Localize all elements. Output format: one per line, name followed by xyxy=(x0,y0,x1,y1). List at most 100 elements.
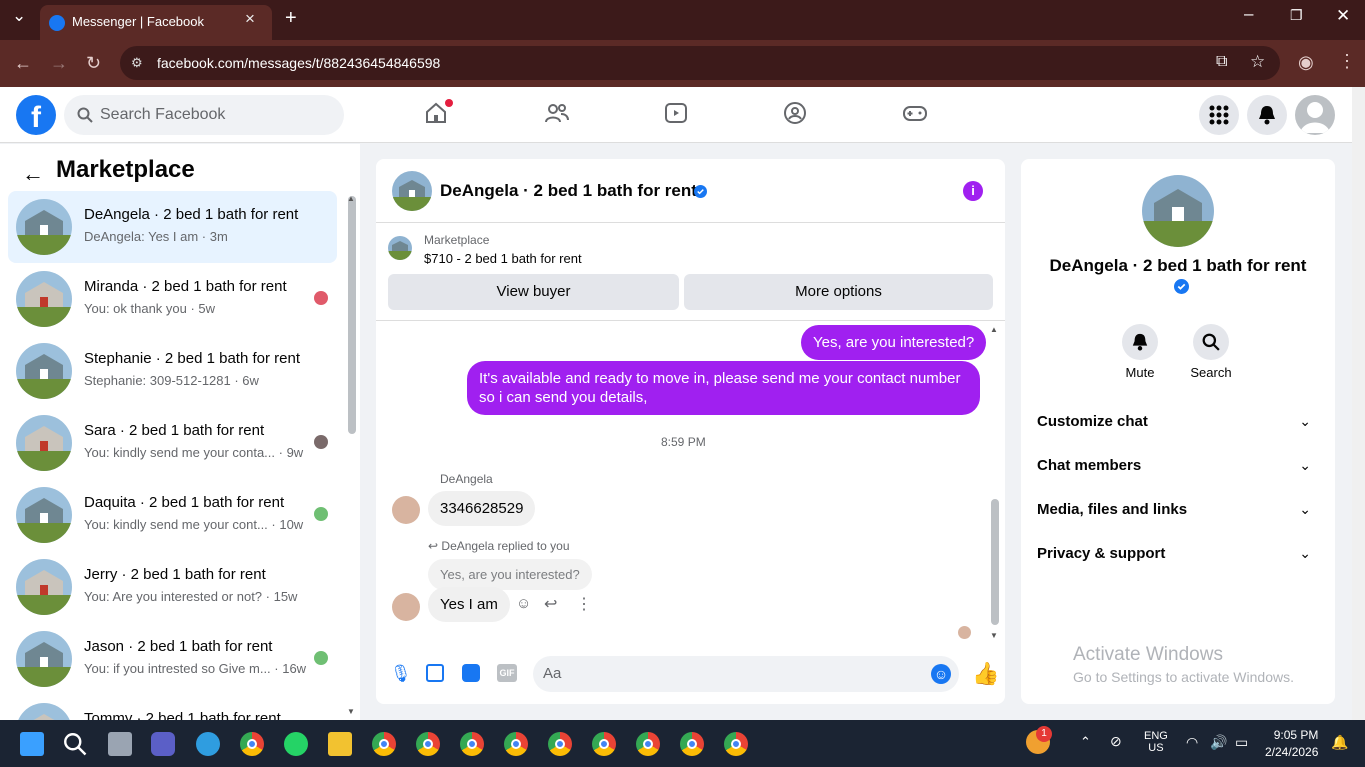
whatsapp-icon[interactable] xyxy=(284,732,308,756)
details-name: DeAngela · 2 bed 1 bath for rent xyxy=(1049,256,1307,275)
chrome-icon[interactable] xyxy=(504,732,528,756)
volume-icon[interactable]: 🔊 xyxy=(1210,734,1227,751)
task-view-icon[interactable] xyxy=(108,732,132,756)
battery-icon[interactable]: ▭ xyxy=(1235,734,1248,751)
more-options-button[interactable]: More options xyxy=(684,274,993,310)
emoji-icon[interactable]: ☺ xyxy=(931,664,951,684)
minimize-icon[interactable]: – xyxy=(1244,4,1253,24)
file-explorer-icon[interactable] xyxy=(328,732,352,756)
install-app-icon[interactable]: ⧉ xyxy=(1216,53,1227,71)
details-house-avatar[interactable] xyxy=(1142,175,1214,247)
start-menu-icon[interactable] xyxy=(20,732,44,756)
outgoing-message[interactable]: It's available and ready to move in, ple… xyxy=(467,361,980,415)
incoming-message[interactable]: 3346628529 xyxy=(428,491,536,526)
page-scrollbar[interactable] xyxy=(1352,87,1365,720)
conversation-item[interactable]: Daquita · 2 bed 1 bath for rent You: kind… xyxy=(8,479,337,551)
reload-icon[interactable]: ↻ xyxy=(86,53,101,74)
privacy-support-row[interactable]: Privacy & support ⌄ xyxy=(1037,545,1319,562)
more-actions-icon[interactable]: ⋮ xyxy=(576,594,592,614)
conversation-item[interactable]: Miranda · 2 bed 1 bath for rent You: ok t… xyxy=(8,263,337,335)
scroll-down-icon[interactable]: ▼ xyxy=(347,707,355,716)
search-icon[interactable] xyxy=(63,732,87,756)
search-facebook-input[interactable]: Search Facebook xyxy=(64,95,344,135)
chrome-icon[interactable] xyxy=(548,732,572,756)
incoming-message[interactable]: Yes I am xyxy=(428,587,510,622)
wifi-icon[interactable]: ◠ xyxy=(1186,734,1198,751)
chat-scroll-down-icon[interactable]: ▼ xyxy=(990,631,998,640)
conversation-info-icon[interactable]: i xyxy=(963,181,983,201)
conversation-item[interactable]: Jerry · 2 bed 1 bath for rent You: Are yo… xyxy=(8,551,337,623)
chrome-icon[interactable] xyxy=(240,732,264,756)
gaming-icon[interactable] xyxy=(902,101,928,125)
back-icon[interactable]: ← xyxy=(14,53,32,74)
chrome-icon[interactable] xyxy=(724,732,748,756)
conversation-item[interactable]: Jason · 2 bed 1 bath for rent You: if you… xyxy=(8,623,337,695)
view-buyer-button[interactable]: View buyer xyxy=(388,274,679,310)
browser-menu-icon[interactable]: ⋮ xyxy=(1338,51,1356,72)
meet-icon[interactable] xyxy=(151,732,175,756)
chrome-icon[interactable] xyxy=(372,732,396,756)
language-indicator[interactable]: ENG US xyxy=(1144,730,1168,754)
thumbs-up-icon[interactable]: 👍 xyxy=(972,661,999,687)
close-tab-icon[interactable]: × xyxy=(245,9,255,29)
conversation-item[interactable]: DeAngela · 2 bed 1 bath for rent DeAngela… xyxy=(8,191,337,263)
sender-avatar[interactable] xyxy=(392,496,420,524)
media-files-links-row[interactable]: Media, files and links ⌄ xyxy=(1037,501,1319,518)
chat-house-avatar[interactable] xyxy=(392,171,432,211)
menu-grid-icon[interactable] xyxy=(1199,95,1239,135)
search-conversation-icon[interactable] xyxy=(1193,324,1229,360)
quoted-message[interactable]: Yes, are you interested? xyxy=(428,559,592,590)
listing-title[interactable]: $710 - 2 bed 1 bath for rent xyxy=(424,251,582,266)
mute-bell-icon[interactable] xyxy=(1122,324,1158,360)
sidebar-scrollbar[interactable] xyxy=(348,196,356,434)
chrome-icon[interactable] xyxy=(416,732,440,756)
address-bar[interactable]: ⚙ facebook.com/messages/t/88243645484659… xyxy=(120,46,1280,80)
site-info-icon[interactable]: ⚙ xyxy=(131,55,147,71)
tab-list-chevron-icon[interactable]: ⌄ xyxy=(12,6,26,26)
groups-icon[interactable] xyxy=(783,101,807,125)
show-hidden-icons-icon[interactable]: ⌃ xyxy=(1080,734,1091,750)
chrome-icon[interactable] xyxy=(592,732,616,756)
listing-thumbnail[interactable] xyxy=(388,236,412,260)
restore-icon[interactable]: ❐ xyxy=(1290,7,1303,24)
bookmark-star-icon[interactable]: ☆ xyxy=(1250,52,1265,72)
gif-icon[interactable]: GIF xyxy=(497,664,517,682)
search-label[interactable]: Search xyxy=(1186,365,1236,380)
scroll-up-icon[interactable]: ▲ xyxy=(347,194,355,203)
chrome-icon[interactable] xyxy=(460,732,484,756)
chrome-icon[interactable] xyxy=(680,732,704,756)
home-icon[interactable] xyxy=(424,99,453,125)
voice-clip-icon[interactable]: 🎙 xyxy=(390,664,412,684)
outgoing-message[interactable]: Yes, are you interested? xyxy=(801,325,987,360)
network-off-icon[interactable]: ⊘ xyxy=(1110,733,1122,750)
facebook-logo-icon[interactable]: f xyxy=(16,95,56,135)
friends-icon[interactable] xyxy=(544,101,570,125)
notification-bell-icon[interactable]: 🔔 xyxy=(1331,734,1348,751)
browser-tab[interactable]: Messenger | Facebook × xyxy=(40,5,272,40)
close-window-icon[interactable]: ✕ xyxy=(1336,6,1350,26)
reply-icon[interactable]: ↩ xyxy=(544,594,557,614)
video-icon[interactable] xyxy=(664,101,688,125)
account-avatar[interactable] xyxy=(1295,95,1335,135)
new-tab-icon[interactable]: + xyxy=(285,7,297,30)
back-arrow-icon[interactable]: ← xyxy=(22,161,44,187)
chat-members-row[interactable]: Chat members ⌄ xyxy=(1037,457,1319,474)
edge-icon[interactable] xyxy=(196,732,220,756)
forward-icon[interactable]: → xyxy=(50,53,68,74)
message-input[interactable]: Aa ☺ xyxy=(533,656,959,692)
attach-photo-icon[interactable] xyxy=(426,664,444,682)
notifications-bell-icon[interactable] xyxy=(1247,95,1287,135)
mute-label[interactable]: Mute xyxy=(1117,365,1163,380)
customize-chat-row[interactable]: Customize chat ⌄ xyxy=(1037,413,1319,430)
conversation-item[interactable]: Stephanie · 2 bed 1 bath for rent Stephan… xyxy=(8,335,337,407)
chrome-icon[interactable] xyxy=(636,732,660,756)
conversation-preview: You: ok thank you · 5w xyxy=(84,301,216,316)
taskbar-clock[interactable]: 9:05 PM 2/24/2026 xyxy=(1265,728,1318,759)
sticker-icon[interactable] xyxy=(462,664,480,682)
conversation-item[interactable]: Sara · 2 bed 1 bath for rent You: kindly … xyxy=(8,407,337,479)
chat-scroll-up-icon[interactable]: ▲ xyxy=(990,325,998,334)
profile-icon[interactable]: ◉ xyxy=(1298,52,1314,73)
sender-avatar[interactable] xyxy=(392,593,420,621)
chat-scrollbar[interactable] xyxy=(991,499,999,625)
react-emoji-icon[interactable]: ☺ xyxy=(516,595,531,612)
